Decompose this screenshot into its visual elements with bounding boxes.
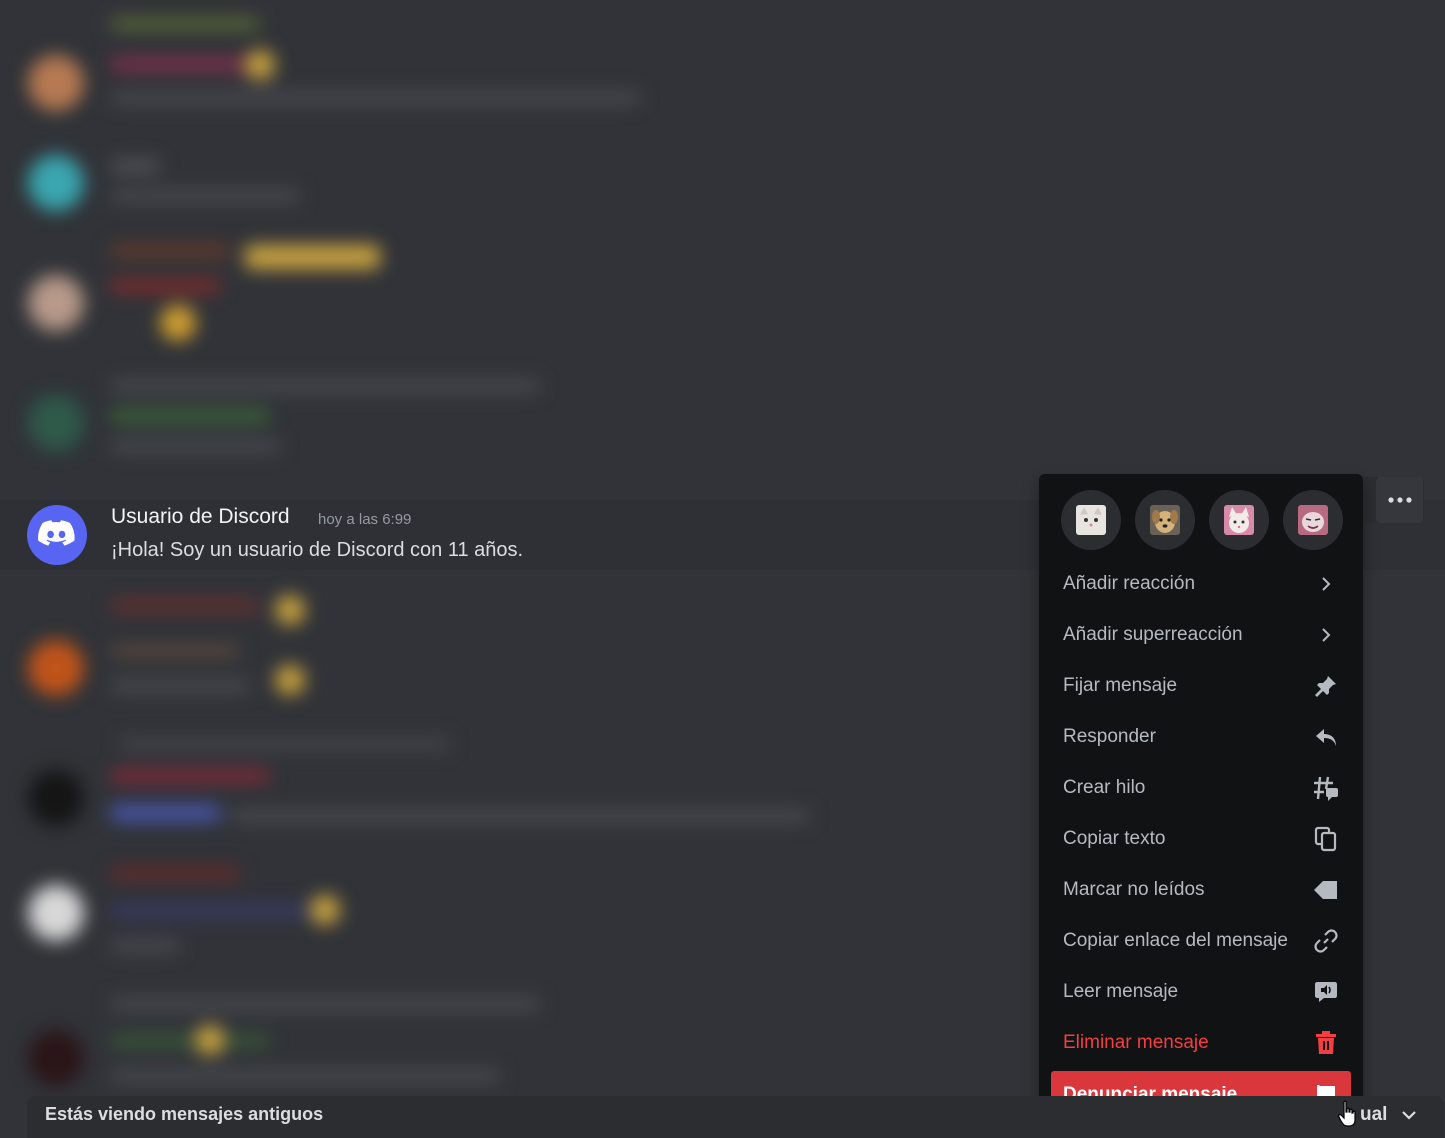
- more-dots-icon: [1387, 497, 1412, 503]
- blurred-text: [110, 905, 310, 917]
- menu-item-label: Eliminar mensaje: [1063, 1032, 1209, 1053]
- hand-cursor-icon: [1338, 1100, 1358, 1133]
- blurred-text: [110, 380, 540, 392]
- blurred-avatar: [28, 395, 84, 451]
- menu-item-label: Añadir reacción: [1063, 573, 1196, 594]
- blurred-text: [110, 1070, 500, 1082]
- blurred-emoji: [160, 305, 196, 341]
- menu-item-label: Copiar enlace del mensaje: [1063, 930, 1288, 951]
- blurred-emoji: [195, 1025, 225, 1055]
- blurred-text: [110, 280, 220, 292]
- blurred-text: [110, 805, 220, 821]
- blurred-text: [110, 410, 270, 422]
- blurred-avatar: [28, 55, 84, 111]
- quick-reaction-button[interactable]: [1209, 490, 1269, 550]
- blurred-text: [110, 998, 540, 1010]
- avatar[interactable]: [27, 505, 87, 565]
- more-options-button[interactable]: [1376, 477, 1423, 523]
- menu-item-label: Marcar no leídos: [1063, 879, 1205, 900]
- blurred-text: [110, 770, 270, 782]
- thread-icon: [1313, 775, 1339, 801]
- jump-to-present-label: ual: [1360, 1104, 1388, 1125]
- quick-reaction-button[interactable]: [1283, 490, 1343, 550]
- menu-item-copy-text[interactable]: Copiar texto: [1051, 815, 1351, 863]
- menu-item-label: Responder: [1063, 726, 1156, 747]
- blurred-text: [110, 160, 160, 172]
- menu-item-label: Leer mensaje: [1063, 981, 1179, 1002]
- quick-reaction-button[interactable]: [1135, 490, 1195, 550]
- cat-sticker-emoji-icon: [1224, 505, 1254, 535]
- menu-item-delete-message[interactable]: Eliminar mensaje: [1051, 1019, 1351, 1067]
- blurred-text: [110, 440, 280, 452]
- blurred-text: [110, 58, 250, 70]
- quick-reaction-button[interactable]: [1061, 490, 1121, 550]
- blurred-text: [120, 738, 450, 750]
- message-context-menu: Añadir reacción Añadir superreacción Fij…: [1039, 474, 1363, 1138]
- menu-item-read-message[interactable]: Leer mensaje: [1051, 968, 1351, 1016]
- cat-face-emoji-icon: [1076, 505, 1106, 535]
- blurred-text: [110, 868, 240, 880]
- mark-unread-icon: [1313, 877, 1339, 903]
- menu-item-label: Fijar mensaje: [1063, 675, 1178, 696]
- blurred-text: [110, 940, 180, 952]
- blurred-emoji: [245, 50, 275, 80]
- blurred-emoji: [310, 895, 340, 925]
- blurred-avatar: [28, 640, 84, 696]
- message-timestamp: hoy a las 6:99: [318, 511, 412, 528]
- menu-item-add-reaction[interactable]: Añadir reacción: [1051, 560, 1351, 608]
- quick-reactions: [1061, 490, 1343, 550]
- blurred-avatar: [28, 885, 84, 941]
- blurred-avatar: [28, 275, 84, 331]
- dog-emoji-icon: [1150, 505, 1180, 535]
- blurred-text: [110, 190, 300, 202]
- blurred-text: [110, 680, 250, 692]
- menu-item-label: Crear hilo: [1063, 777, 1146, 798]
- old-messages-banner[interactable]: Estás viendo mensajes antiguos ual: [27, 1096, 1444, 1138]
- link-icon: [1313, 928, 1339, 954]
- blurred-avatar: [28, 155, 84, 211]
- jump-to-present-button[interactable]: ual: [1360, 1104, 1417, 1126]
- cat-smirk-emoji-icon: [1298, 505, 1328, 535]
- speaker-icon: [1313, 979, 1339, 1005]
- blurred-text: [110, 1035, 270, 1047]
- message-content: ¡Hola! Soy un usuario de Discord con 11 …: [111, 539, 524, 561]
- menu-item-mark-unread[interactable]: Marcar no leídos: [1051, 866, 1351, 914]
- blurred-avatar: [28, 770, 84, 826]
- menu-item-add-super-reaction[interactable]: Añadir superreacción: [1051, 611, 1351, 659]
- blurred-emoji: [275, 595, 305, 625]
- message-username[interactable]: Usuario de Discord: [111, 505, 290, 529]
- chevron-right-icon: [1313, 622, 1339, 648]
- blurred-text: [230, 810, 810, 822]
- menu-item-pin-message[interactable]: Fijar mensaje: [1051, 662, 1351, 710]
- chevron-down-icon: [1402, 1111, 1417, 1120]
- discord-logo-icon: [38, 520, 75, 546]
- pin-icon: [1313, 673, 1339, 699]
- menu-item-copy-message-link[interactable]: Copiar enlace del mensaje: [1051, 917, 1351, 965]
- menu-item-create-thread[interactable]: Crear hilo: [1051, 764, 1351, 812]
- trash-icon: [1313, 1030, 1339, 1056]
- blurred-emoji: [275, 665, 305, 695]
- blurred-text: [110, 18, 260, 30]
- menu-item-label: Copiar texto: [1063, 828, 1166, 849]
- copy-icon: [1313, 826, 1339, 852]
- chevron-right-icon: [1313, 571, 1339, 597]
- banner-text: Estás viendo mensajes antiguos: [45, 1104, 324, 1124]
- reply-icon: [1313, 724, 1339, 750]
- blurred-text: [110, 245, 230, 257]
- blurred-text: [110, 645, 240, 657]
- blurred-text: [110, 600, 260, 612]
- blurred-avatar: [28, 1030, 84, 1086]
- menu-item-label: Añadir superreacción: [1063, 624, 1243, 645]
- blurred-text: [110, 92, 640, 104]
- blurred-text: [245, 245, 380, 269]
- menu-item-reply[interactable]: Responder: [1051, 713, 1351, 761]
